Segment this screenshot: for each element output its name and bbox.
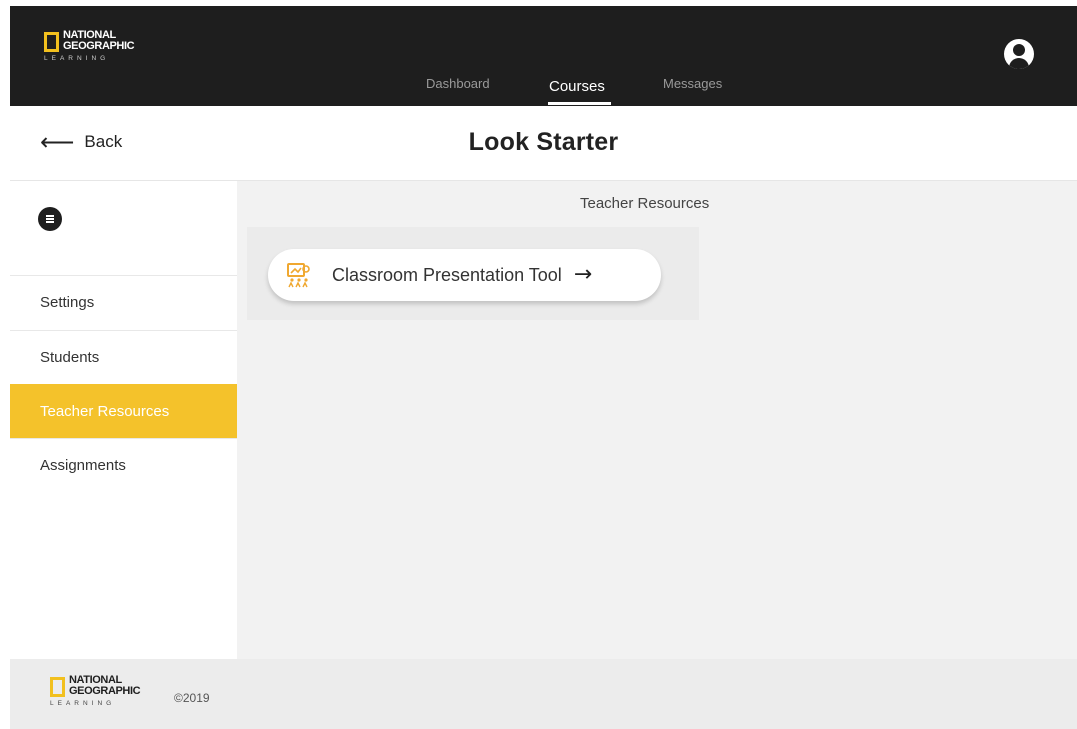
top-nav-bar: NATIONAL GEOGRAPHIC LEARNING Dashboard C… (10, 6, 1077, 106)
page-header: ⟵ Back Look Starter (10, 106, 1077, 181)
page-title: Look Starter (468, 128, 619, 156)
active-nav-indicator (548, 102, 611, 105)
app-window: NATIONAL GEOGRAPHIC LEARNING Dashboard C… (10, 6, 1077, 729)
main-content: Teacher Resources Classroom Presentation… (237, 181, 1077, 659)
nav-dashboard[interactable]: Dashboard (426, 76, 490, 91)
nav-courses[interactable]: Courses (549, 78, 605, 95)
sidebar-item-settings[interactable]: Settings (10, 275, 237, 329)
sidebar: Settings Students Teacher Resources Assi… (10, 181, 237, 659)
arrow-right-icon: → (573, 262, 593, 287)
copyright-text: ©2019 (174, 691, 210, 705)
presentation-icon (286, 262, 312, 288)
resource-label: Classroom Presentation Tool (332, 264, 562, 285)
footer: NATIONAL GEOGRAPHIC LEARNING ©2019 (10, 659, 1077, 729)
brand-logo[interactable]: NATIONAL GEOGRAPHIC LEARNING (44, 30, 135, 62)
user-avatar-icon[interactable] (1004, 39, 1034, 69)
logo-text-learning: LEARNING (44, 55, 110, 62)
footer-brand-logo: NATIONAL GEOGRAPHIC LEARNING (50, 675, 141, 707)
logo-text-geographic: GEOGRAPHIC (69, 685, 141, 697)
logo-text-geographic: GEOGRAPHIC (63, 40, 135, 52)
logo-text-learning: LEARNING (50, 700, 116, 707)
sidebar-item-assignments[interactable]: Assignments (10, 438, 237, 492)
logo-yellow-frame-icon (50, 677, 65, 697)
sidebar-item-students[interactable]: Students (10, 330, 237, 384)
classroom-presentation-tool-button[interactable]: Classroom Presentation Tool → (268, 249, 661, 301)
section-title: Teacher Resources (580, 195, 710, 212)
nav-messages[interactable]: Messages (663, 76, 722, 91)
menu-icon[interactable] (38, 207, 62, 231)
logo-yellow-frame-icon (44, 32, 59, 52)
sidebar-item-teacher-resources[interactable]: Teacher Resources (10, 384, 237, 438)
resource-card-area: Classroom Presentation Tool → (247, 227, 699, 320)
